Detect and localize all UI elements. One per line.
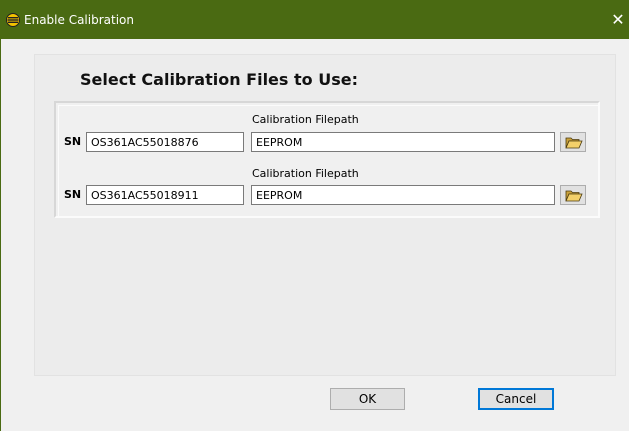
path-label-2: Calibration Filepath (252, 167, 359, 180)
path-label-1: Calibration Filepath (252, 113, 359, 126)
title-bar[interactable]: Enable Calibration ✕ (0, 0, 629, 39)
folder-open-icon (565, 137, 583, 149)
sn-label-1: SN (64, 135, 82, 148)
page-title: Select Calibration Files to Use: (80, 70, 358, 89)
app-logo-icon (6, 13, 20, 27)
cancel-button[interactable]: Cancel (478, 388, 554, 410)
sn-label-2: SN (64, 188, 82, 201)
calibration-filepath-field-2[interactable] (251, 185, 555, 205)
sn-field-1[interactable] (86, 132, 244, 152)
window-left-border (0, 39, 1, 431)
ok-button[interactable]: OK (330, 388, 405, 410)
browse-button-2[interactable] (560, 185, 586, 205)
folder-open-icon (565, 190, 583, 202)
window-title: Enable Calibration (24, 13, 134, 27)
calibration-filepath-field-1[interactable] (251, 132, 555, 152)
browse-button-1[interactable] (560, 132, 586, 152)
close-icon[interactable]: ✕ (607, 0, 629, 39)
sn-field-2[interactable] (86, 185, 244, 205)
